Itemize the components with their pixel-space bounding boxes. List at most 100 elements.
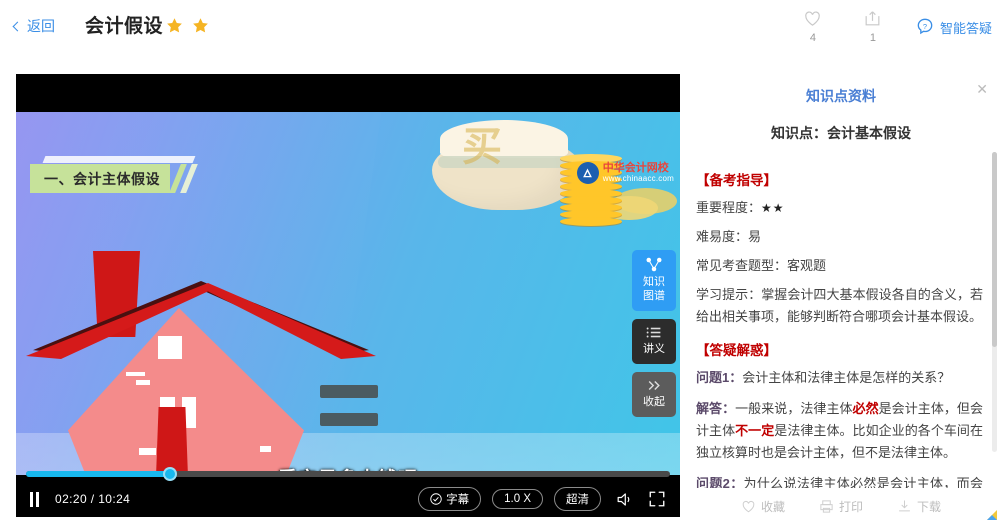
smart-qa-icon: ? (917, 18, 933, 35)
collapse-label: 收起 (643, 396, 665, 408)
rating-stars (166, 17, 209, 34)
video-progress-fill (26, 471, 171, 477)
favorite-button[interactable]: 收藏 (741, 498, 785, 515)
bag-neck (440, 120, 568, 158)
fullscreen-button[interactable] (648, 490, 666, 508)
bag-tie (438, 156, 572, 168)
qa-answer-1-emphasis-1: 必然 (852, 401, 879, 416)
window-icon (260, 446, 271, 452)
panel-scrollbar-thumb[interactable] (992, 152, 997, 347)
share-button[interactable]: 1 (843, 5, 903, 44)
download-icon (899, 499, 910, 511)
video-watermark: 中华会计网校 www.chinaacc.com (576, 162, 674, 184)
qa-answer-1: 解答：一般来说，法律主体必然是会计主体，但会计主体不一定是法律主体。比如企业的各… (696, 398, 983, 464)
svg-text:?: ? (923, 22, 927, 31)
slide-section-ribbon: 一、会计主体假设 (30, 164, 198, 193)
house-illustration (26, 233, 378, 495)
volume-icon (617, 492, 630, 506)
heart-icon (805, 11, 821, 26)
back-button[interactable]: 返回 (12, 16, 55, 36)
download-button[interactable]: 下载 (897, 498, 941, 515)
knowledge-graph-label-2: 图谱 (643, 290, 665, 302)
knowledge-graph-button[interactable]: 知识 图谱 (632, 250, 676, 311)
watermark-name: 中华会计网校 (602, 162, 669, 175)
qa-question-2-label: 问题2： (696, 476, 744, 488)
collapse-button[interactable]: 收起 (632, 372, 676, 417)
panel-footer-actions: 收藏 打印 下载 (682, 489, 1000, 523)
print-label: 打印 (838, 499, 863, 514)
video-controls-row: 02:20 / 10:24 字幕 1.0 X 超清 (16, 481, 680, 517)
share-count: 1 (869, 32, 877, 44)
page-header: 返回 会计假设 4 1 ? 智能答疑 (0, 0, 1000, 57)
favorite-label: 收藏 (760, 499, 785, 514)
qa-answer-1-label: 解答： (696, 401, 736, 416)
importance-label: 重要程度： (696, 200, 762, 215)
equals-bar-icon (320, 385, 378, 398)
question-type-line: 常见考查题型：客观题 (696, 258, 827, 273)
ribbon-highlight (42, 156, 196, 163)
coin-icon (560, 217, 622, 226)
window-icon (139, 448, 156, 455)
lecture-notes-label: 讲义 (643, 343, 665, 355)
fullscreen-icon (649, 491, 665, 507)
video-progress-handle[interactable] (163, 467, 178, 481)
star-icon (193, 18, 208, 33)
qa-question-1-text: 会计主体和法律主体是怎样的关系？ (742, 370, 951, 385)
print-icon (820, 499, 833, 513)
smart-qa-label: 智能答疑 (939, 20, 992, 36)
volume-button[interactable] (615, 490, 634, 509)
star-icon (167, 18, 182, 33)
importance-line: 重要程度：★★ (696, 197, 983, 219)
video-controls: 02:20 / 10:24 字幕 1.0 X 超清 (16, 467, 680, 517)
video-stage: 一、会计主体假设 买 中华会计网校 www.chinaacc.com 知识 图谱… (16, 74, 680, 517)
knowledge-panel: ✕ 知识点资料 知识点：会计基本假设 【备考指导】 重要程度：★★ 难易度：易 … (682, 66, 1000, 523)
importance-stars: ★★ (761, 201, 785, 215)
video-lesson-page: 返回 会计假设 4 1 ? 智能答疑 一、会计主体假设 买 中华会计网校 www… (0, 0, 1000, 523)
panel-scrollbar[interactable] (992, 152, 997, 452)
check-circle-icon (430, 493, 442, 505)
panel-title: 知识点资料 (806, 88, 876, 104)
subtitle-toggle-label: 字幕 (446, 494, 470, 506)
quality-button[interactable]: 超清 (554, 487, 601, 511)
subtitle-toggle-button[interactable]: 字幕 (418, 487, 482, 511)
qa-question-1: 问题1：会计主体和法律主体是怎样的关系？ (696, 367, 983, 389)
video-seek-bar[interactable] (26, 467, 670, 481)
video-player[interactable]: 一、会计主体假设 买 中华会计网校 www.chinaacc.com 知识 图谱… (16, 74, 680, 517)
video-time-display: 02:20 / 10:24 (55, 492, 131, 506)
lesson-slide: 一、会计主体假设 买 中华会计网校 www.chinaacc.com 知识 图谱… (16, 112, 680, 517)
window-icon (126, 372, 145, 376)
video-side-buttons: 知识 图谱 讲义 收起 (632, 250, 676, 417)
playback-speed-button[interactable]: 1.0 X (492, 489, 543, 509)
like-count: 4 (809, 32, 817, 44)
panel-content: 【备考指导】 重要程度：★★ 难易度：易 常见考查题型：客观题 学习提示：掌握会… (682, 158, 1000, 488)
equals-bar-icon (320, 413, 378, 426)
qa-question-1-label: 问题1： (696, 370, 743, 385)
qa-question-2: 问题2：为什么说法律主体必然是会计主体，而会计主体不一定是法律主体？ (696, 473, 983, 488)
share-icon (866, 11, 880, 26)
window-icon (136, 380, 150, 385)
site-logo-icon (576, 162, 599, 184)
playback-speed-label: 1.0 X (504, 493, 531, 505)
chevron-left-icon (12, 21, 23, 31)
panel-close-button[interactable]: ✕ (976, 82, 988, 96)
like-button[interactable]: 4 (783, 5, 843, 44)
download-label: 下载 (917, 499, 942, 514)
page-title: 会计假设 (85, 16, 164, 37)
quality-label: 超清 (566, 494, 589, 506)
slide-section-label: 一、会计主体假设 (30, 164, 170, 193)
section-heading-exam-guide: 【备考指导】 (696, 173, 777, 188)
study-tip-paragraph: 学习提示：掌握会计四大基本假设各自的含义，若给出相关事项，能够判断符合哪项会计基… (696, 287, 983, 324)
qa-answer-1-part1: 一般来说，法律主体 (735, 401, 853, 416)
watermark-url: www.chinaacc.com (602, 173, 674, 183)
print-button[interactable]: 打印 (819, 498, 863, 515)
back-label: 返回 (27, 18, 55, 34)
smart-qa-button[interactable]: ? 智能答疑 (915, 17, 992, 37)
section-heading-qa: 【答疑解惑】 (696, 343, 777, 358)
lecture-notes-button[interactable]: 讲义 (632, 319, 676, 364)
heart-icon (742, 500, 755, 512)
bag-character: 买 (462, 124, 502, 170)
knowledge-graph-icon (646, 257, 662, 272)
corner-marker-icon (987, 510, 997, 520)
collapse-icon (648, 380, 660, 391)
pause-button[interactable] (30, 491, 39, 507)
